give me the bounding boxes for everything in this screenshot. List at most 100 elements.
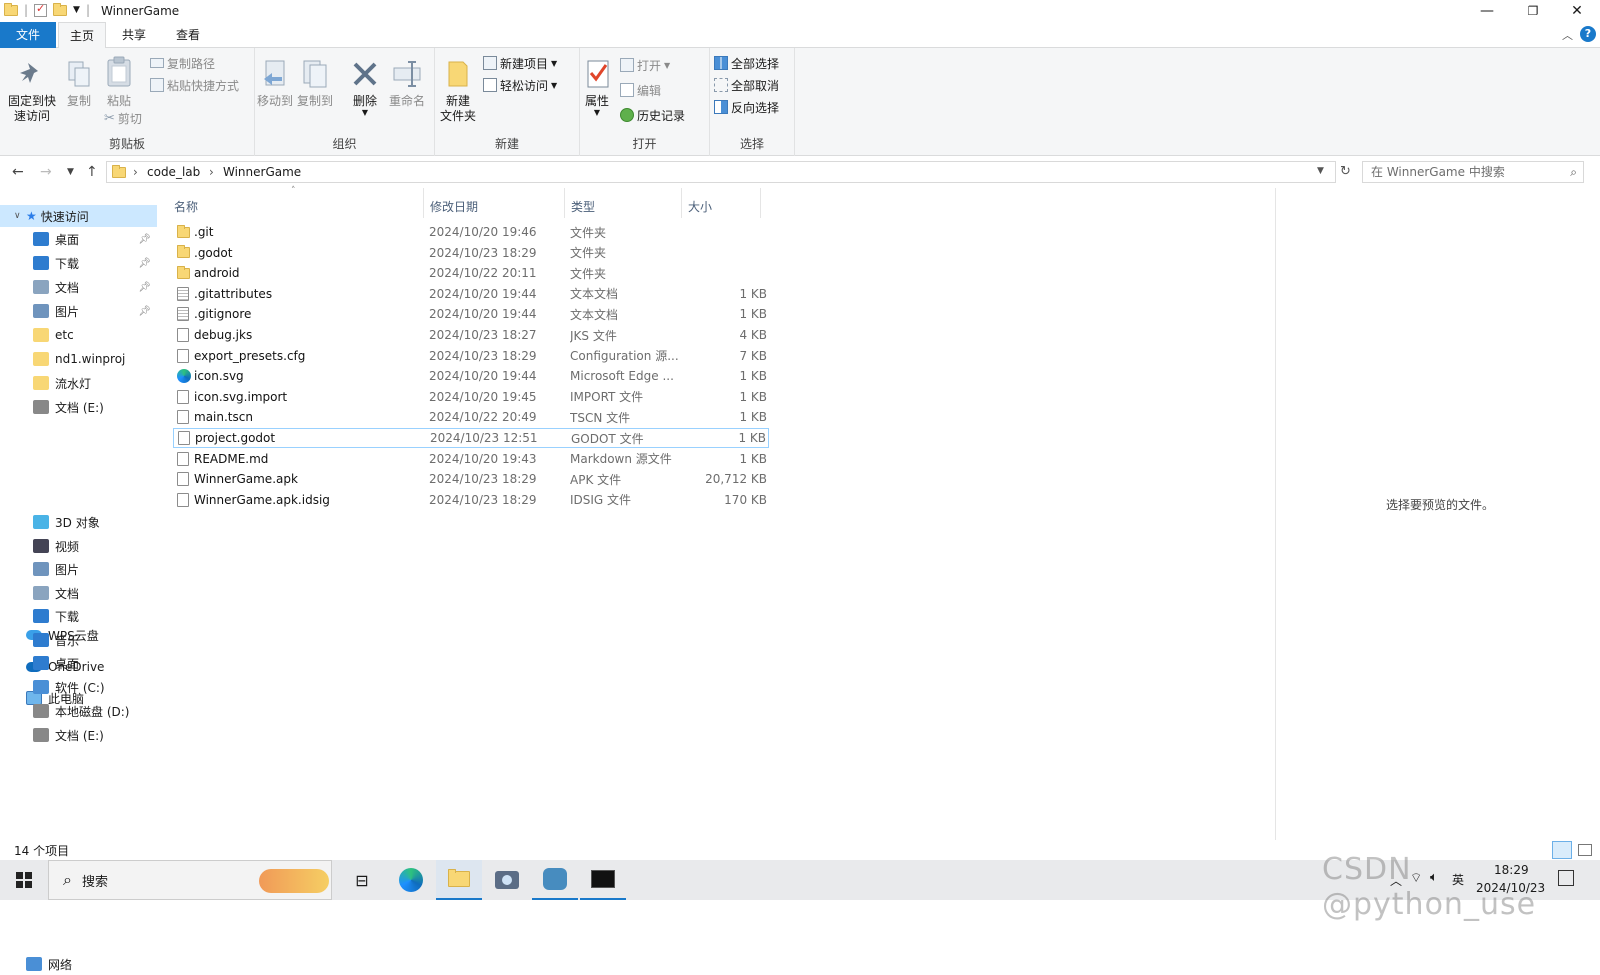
file-row[interactable]: main.tscn 2024/10/22 20:49 TSCN 文件 1 KB: [173, 407, 769, 427]
column-header-date[interactable]: 修改日期: [430, 198, 478, 218]
move-to-button[interactable]: 移动到: [257, 58, 293, 109]
new-folder-button[interactable]: 新建 文件夹: [439, 58, 477, 124]
file-row[interactable]: WinnerGame.apk.idsig 2024/10/23 18:29 IDSI…: [173, 490, 769, 510]
sidebar-item-pc[interactable]: 3D 对象: [0, 511, 157, 533]
paste-shortcut-button[interactable]: 粘贴快捷方式: [150, 75, 239, 95]
taskbar-search-box[interactable]: ⌕ 搜索: [48, 860, 332, 900]
up-arrow-icon[interactable]: ↑: [86, 164, 98, 180]
history-button[interactable]: 历史记录: [620, 105, 685, 125]
copy-to-button[interactable]: 复制到: [297, 58, 333, 109]
task-view-icon[interactable]: ⊟: [340, 860, 384, 900]
properties-dropdown-icon[interactable]: ▼: [582, 109, 612, 117]
column-header-name[interactable]: 名称: [174, 198, 198, 218]
sidebar-item-pc[interactable]: 视频: [0, 535, 157, 557]
file-row[interactable]: .gitattributes 2024/10/20 19:44 文本文档 1 KB: [173, 284, 769, 304]
properties-check-icon[interactable]: ✓: [34, 2, 48, 17]
column-header-size[interactable]: 大小: [688, 198, 712, 218]
breadcrumb-chevron-icon[interactable]: ›: [133, 165, 138, 179]
pin-icon[interactable]: 📌︎: [138, 258, 151, 269]
sidebar-item-quick[interactable]: 图片 📌︎: [0, 300, 157, 322]
sidebar-item-quick[interactable]: 下载 📌︎: [0, 252, 157, 274]
file-explorer-taskbar-icon[interactable]: [436, 860, 482, 900]
sidebar-item-pc[interactable]: 桌面: [0, 652, 157, 674]
pin-quick-access-button[interactable]: 固定到快 速访问: [6, 58, 58, 124]
delete-button[interactable]: 删除 ▼: [347, 58, 383, 117]
sidebar-item-pc[interactable]: 下载: [0, 605, 157, 627]
file-row[interactable]: README.md 2024/10/20 19:43 Markdown 源文件 1 K…: [173, 449, 769, 469]
tab-view[interactable]: 查看: [162, 22, 214, 48]
sidebar-item-quick[interactable]: nd1.winproj: [0, 348, 157, 370]
new-item-button[interactable]: 新建项目 ▼: [483, 53, 557, 73]
sidebar-item-pc[interactable]: 音乐: [0, 629, 157, 651]
sidebar-item-quick[interactable]: etc: [0, 324, 157, 346]
copy-path-button[interactable]: 复制路径: [150, 53, 215, 73]
select-none-button[interactable]: 全部取消: [714, 75, 779, 95]
file-row[interactable]: WinnerGame.apk 2024/10/23 18:29 APK 文件 20,7…: [173, 469, 769, 489]
forward-arrow-icon[interactable]: →: [40, 164, 52, 180]
minimize-button[interactable]: —: [1464, 0, 1510, 22]
help-icon[interactable]: ?: [1580, 26, 1596, 42]
address-input[interactable]: › code_lab › WinnerGame ▼: [106, 161, 1336, 183]
terminal-taskbar-icon[interactable]: [580, 860, 626, 900]
easy-access-button[interactable]: 轻松访问 ▼: [483, 75, 557, 95]
file-row[interactable]: .gitignore 2024/10/20 19:44 文本文档 1 KB: [173, 304, 769, 324]
tab-share[interactable]: 共享: [108, 22, 160, 48]
sidebar-item-quick[interactable]: 桌面 📌︎: [0, 228, 157, 250]
column-separator[interactable]: [681, 188, 682, 218]
cut-button[interactable]: ✂ 剪切: [104, 108, 142, 128]
file-row[interactable]: android 2024/10/22 20:11 文件夹: [173, 263, 769, 283]
invert-selection-button[interactable]: 反向选择: [714, 97, 779, 117]
sidebar-item-pc[interactable]: 图片: [0, 558, 157, 580]
godot-taskbar-icon[interactable]: [532, 860, 578, 900]
new-folder-icon[interactable]: [53, 2, 68, 16]
paste-button[interactable]: 粘贴: [102, 54, 136, 109]
sidebar-item-quick[interactable]: 文档 📌︎: [0, 276, 157, 298]
camera-taskbar-icon[interactable]: [484, 860, 530, 900]
sidebar-item-quick[interactable]: 文档 (E:): [0, 396, 157, 418]
sidebar-item-pc[interactable]: 软件 (C:): [0, 676, 157, 698]
customize-toolbar-icon[interactable]: ▼: [73, 5, 80, 15]
maximize-button[interactable]: ❐: [1510, 0, 1556, 22]
file-row[interactable]: export_presets.cfg 2024/10/23 18:29 Config…: [173, 346, 769, 366]
properties-button[interactable]: 属性 ▼: [582, 58, 612, 117]
rename-button[interactable]: 重命名: [387, 58, 427, 109]
copy-button[interactable]: 复制: [62, 58, 96, 109]
file-row[interactable]: icon.svg 2024/10/20 19:44 Microsoft Edge .…: [173, 366, 769, 386]
back-arrow-icon[interactable]: ←: [12, 164, 24, 180]
sidebar-item-pc[interactable]: 文档 (E:): [0, 724, 157, 746]
sidebar-item-network[interactable]: 网络: [0, 953, 157, 975]
column-header-type[interactable]: 类型: [571, 198, 595, 218]
search-input[interactable]: 在 WinnerGame 中搜索 ⌕: [1362, 161, 1584, 183]
column-separator[interactable]: [423, 188, 424, 218]
collapse-ribbon-icon[interactable]: ︿: [1562, 27, 1573, 43]
sidebar-item-quick[interactable]: 流水灯: [0, 372, 157, 394]
tab-file[interactable]: 文件: [0, 22, 56, 48]
sidebar-item-quick-access[interactable]: ∨ ★ 快速访问: [0, 205, 157, 227]
recent-locations-icon[interactable]: ▼: [67, 167, 74, 177]
edge-taskbar-icon[interactable]: [388, 860, 434, 900]
file-row[interactable]: .godot 2024/10/23 18:29 文件夹: [173, 243, 769, 263]
edit-button[interactable]: 编辑: [620, 80, 661, 100]
pin-icon[interactable]: 📌︎: [138, 234, 151, 245]
file-row[interactable]: icon.svg.import 2024/10/20 19:45 IMPORT 文件…: [173, 387, 769, 407]
sidebar-item-pc[interactable]: 本地磁盘 (D:): [0, 700, 157, 722]
breadcrumb-winnergame[interactable]: WinnerGame: [223, 165, 301, 179]
file-row[interactable]: project.godot 2024/10/23 12:51 GODOT 文件 1 K…: [173, 428, 769, 448]
pin-icon[interactable]: 📌︎: [138, 282, 151, 293]
close-button[interactable]: ✕: [1554, 0, 1600, 22]
breadcrumb-code-lab[interactable]: code_lab: [147, 165, 200, 179]
column-separator[interactable]: [564, 188, 565, 218]
sidebar-item-pc[interactable]: 文档: [0, 582, 157, 604]
refresh-icon[interactable]: ↻: [1340, 164, 1351, 179]
start-button[interactable]: [0, 860, 48, 900]
pin-icon[interactable]: 📌︎: [138, 306, 151, 317]
address-history-dropdown-icon[interactable]: ▼: [1317, 166, 1324, 176]
select-all-button[interactable]: 全部选择: [714, 53, 779, 73]
column-separator[interactable]: [760, 188, 761, 218]
tab-home[interactable]: 主页: [58, 22, 106, 49]
file-row[interactable]: debug.jks 2024/10/23 18:27 JKS 文件 4 KB: [173, 325, 769, 345]
file-row[interactable]: .git 2024/10/20 19:46 文件夹: [173, 222, 769, 242]
breadcrumb-chevron-icon[interactable]: ›: [209, 165, 214, 179]
expand-chevron-icon[interactable]: ∨: [14, 211, 21, 221]
open-button[interactable]: 打开 ▼: [620, 55, 670, 75]
